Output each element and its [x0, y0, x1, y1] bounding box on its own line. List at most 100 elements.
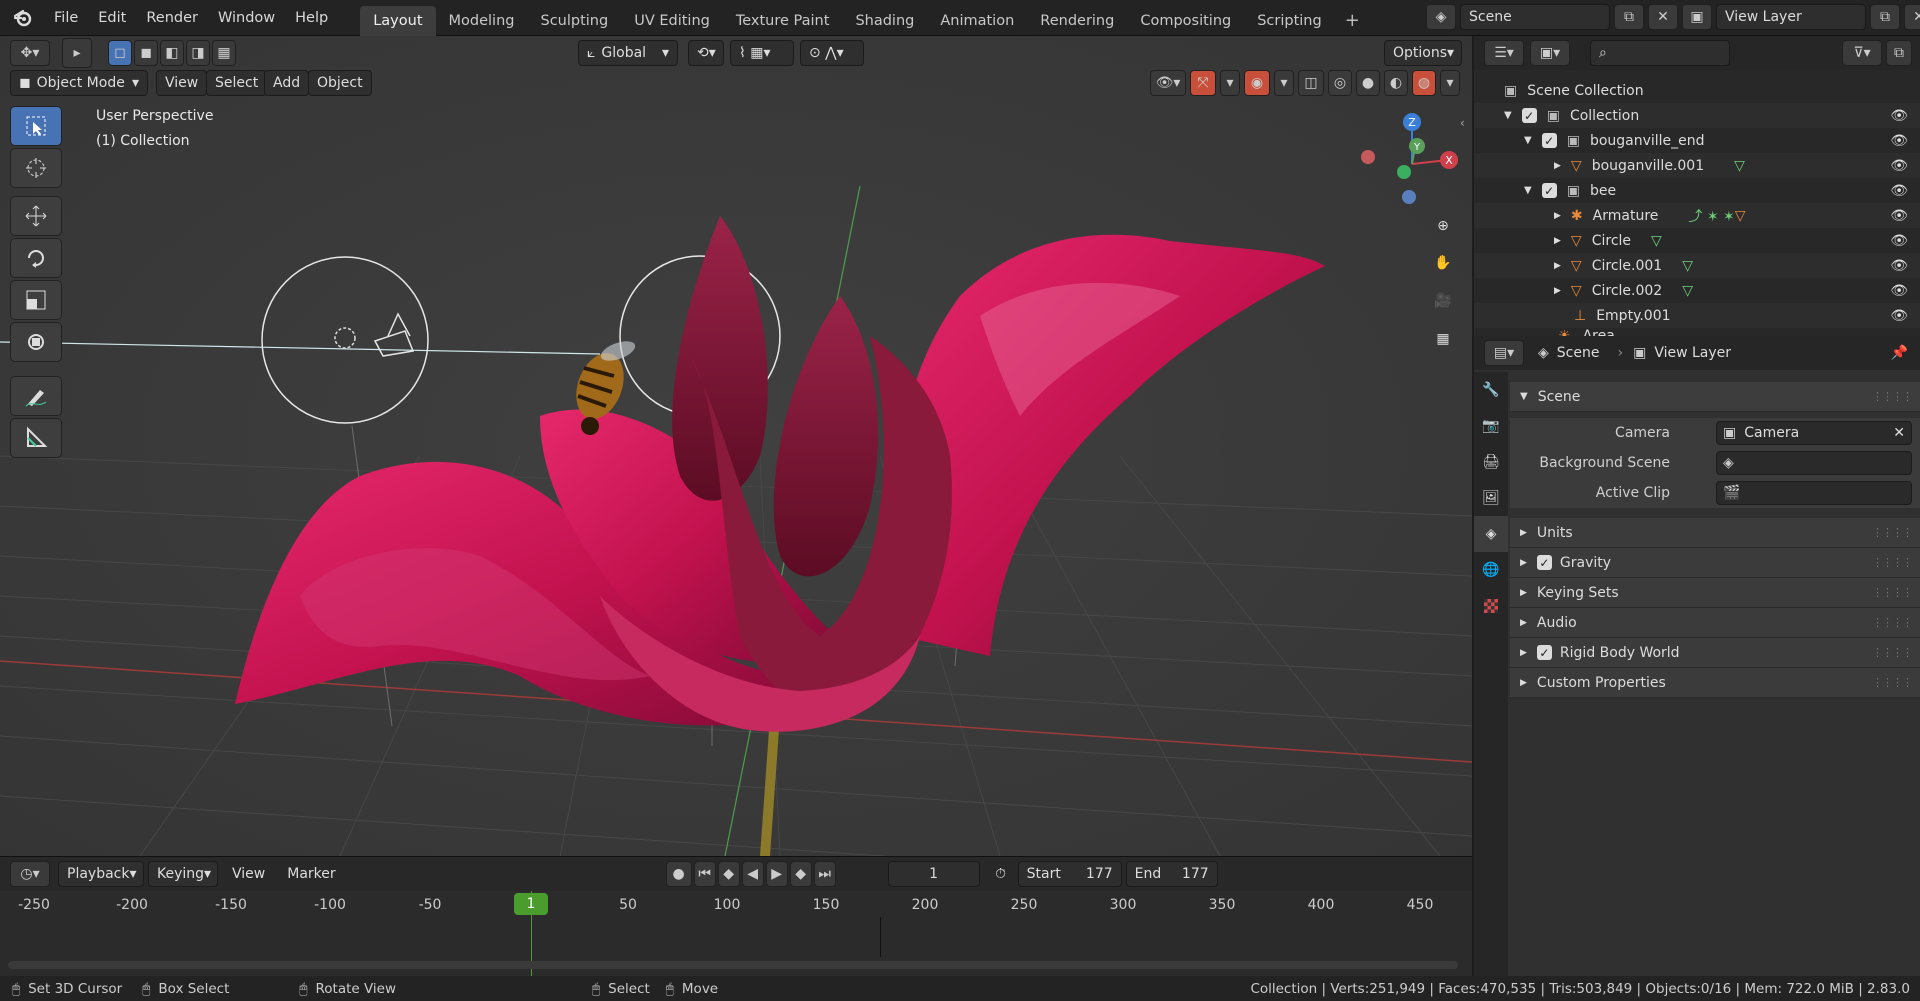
tool-select-box-icon[interactable] — [10, 106, 62, 146]
tool-scale-icon[interactable] — [10, 280, 62, 320]
blender-logo-icon[interactable] — [8, 3, 38, 33]
output-tab-icon[interactable]: 🖨 — [1474, 444, 1508, 480]
solid-shading-icon[interactable]: ● — [1356, 70, 1380, 96]
section-keying-sets[interactable]: ▶ Keying Sets ⋮⋮⋮⋮ — [1510, 578, 1920, 608]
outliner-scene-collection[interactable]: ▣ Scene Collection — [1474, 78, 1920, 103]
outliner-item-bouganville-end[interactable]: ▼ ✓ ▣ bouganville_end 👁 — [1474, 128, 1920, 153]
section-audio[interactable]: ▶ Audio ⋮⋮⋮⋮ — [1510, 608, 1920, 638]
sidebar-toggle-icon[interactable]: ‹ — [1460, 116, 1465, 130]
tab-scripting[interactable]: Scripting — [1244, 6, 1334, 36]
shading-dropdown-icon[interactable]: ▾ — [1440, 70, 1460, 96]
new-scene-icon[interactable]: ⧉ — [1614, 4, 1644, 30]
tab-texture-paint[interactable]: Texture Paint — [723, 6, 843, 36]
gizmo-dropdown-icon[interactable]: ▾ — [1220, 70, 1240, 96]
camera-field[interactable]: ▣ Camera ✕ — [1716, 421, 1912, 445]
timeline-editor[interactable]: ◷▾ Playback ▾ Keying ▾ View Marker ● ⏮ ◆ ◀… — [0, 856, 1472, 977]
orientation-dropdown[interactable]: ⟀ Global ▾ — [578, 40, 678, 66]
jump-start-icon[interactable]: ⏮ — [693, 861, 716, 887]
filter-icon[interactable]: ⊽▾ — [1842, 40, 1882, 66]
editor-type-icon[interactable]: ✥▾ — [10, 40, 50, 66]
tab-sculpting[interactable]: Sculpting — [527, 6, 621, 36]
tool-transform-icon[interactable] — [10, 322, 62, 362]
tool-move-icon[interactable] — [10, 196, 62, 236]
outliner-item-area[interactable]: ☀ Area — [1474, 326, 1920, 336]
timeline-menu-view[interactable]: View — [232, 866, 265, 882]
texture-tab-icon[interactable] — [1474, 588, 1508, 624]
world-tab-icon[interactable]: 🌐 — [1474, 552, 1508, 588]
menu-render[interactable]: Render — [136, 3, 208, 33]
mode-extend-icon[interactable]: ◼ — [134, 40, 158, 66]
material-shading-icon[interactable]: ◐ — [1384, 70, 1408, 96]
scene-selector-icon[interactable]: ◈ — [1426, 4, 1456, 30]
new-collection-icon[interactable]: ⧉ — [1886, 40, 1912, 66]
tab-animation[interactable]: Animation — [927, 6, 1027, 36]
select-tool-icon[interactable]: ▸ — [62, 38, 92, 68]
tab-shading[interactable]: Shading — [842, 6, 927, 36]
delete-scene-icon[interactable]: ✕ — [1648, 4, 1678, 30]
clear-camera-icon[interactable]: ✕ — [1893, 425, 1905, 441]
delete-view-layer-icon[interactable]: ✕ — [1904, 4, 1920, 30]
active-clip-field[interactable]: 🎬 — [1716, 481, 1912, 505]
timeline-scrollbar[interactable] — [8, 961, 1458, 969]
overlays-dropdown-icon[interactable]: ▾ — [1274, 70, 1294, 96]
properties-editor[interactable]: ▤▾ ◈ Scene › ▣ View Layer 📌 🔧 📷 🖨 🖼 ◈ 🌐 … — [1474, 336, 1920, 976]
viewport-menu-select[interactable]: Select — [206, 70, 268, 96]
mode-subtract-icon[interactable]: ◧ — [160, 40, 184, 66]
prev-keyframe-icon[interactable]: ◆ — [717, 861, 740, 887]
new-view-layer-icon[interactable]: ⧉ — [1870, 4, 1900, 30]
tab-compositing[interactable]: Compositing — [1127, 6, 1244, 36]
ortho-toggle-icon[interactable]: ▦ — [1428, 324, 1458, 354]
section-rigid-body-world[interactable]: ▶ ✓ Rigid Body World ⋮⋮⋮⋮ — [1510, 638, 1920, 668]
snap-dropdown[interactable]: ⌇ ▦▾ — [730, 40, 794, 66]
viewport-menu-add[interactable]: Add — [264, 70, 310, 96]
view-layer-name-field[interactable]: View Layer — [1716, 4, 1866, 30]
view-layer-tab-icon[interactable]: 🖼 — [1474, 480, 1508, 516]
viewport-menu-view[interactable]: View — [156, 70, 208, 96]
pivot-dropdown[interactable]: ⟲▾ — [688, 40, 724, 66]
section-units[interactable]: ▶ Units ⋮⋮⋮⋮ — [1510, 518, 1920, 548]
timeline-editor-type-icon[interactable]: ◷▾ — [10, 861, 50, 887]
viewport-menu-object[interactable]: Object — [308, 70, 372, 96]
tool-cursor-icon[interactable] — [10, 148, 62, 188]
current-frame-marker[interactable]: 1 — [514, 893, 548, 915]
gravity-checkbox[interactable]: ✓ — [1536, 555, 1552, 570]
pan-hand-icon[interactable]: ✋ — [1428, 248, 1458, 278]
properties-editor-type-icon[interactable]: ▤▾ — [1484, 340, 1524, 366]
outliner-item-armature[interactable]: ▶ ✱ Armature ⤴ ✶ ✶ ▽ 👁 — [1474, 203, 1920, 228]
outliner-item-collection[interactable]: ▼ ✓ ▣ Collection 👁 — [1474, 103, 1920, 128]
tab-rendering[interactable]: Rendering — [1027, 6, 1127, 36]
tool-annotate-icon[interactable] — [10, 376, 62, 416]
play-reverse-icon[interactable]: ◀ — [741, 861, 764, 887]
eye-icon[interactable]: 👁 — [1890, 133, 1908, 149]
preview-range-icon[interactable]: ⏱ — [988, 866, 1014, 882]
outliner-editor-type-icon[interactable]: ☰▾ — [1484, 40, 1524, 66]
tab-modeling[interactable]: Modeling — [436, 6, 528, 36]
jump-end-icon[interactable]: ⏭ — [813, 861, 836, 887]
gizmo-toggle-icon[interactable]: ⤧ — [1190, 70, 1216, 96]
timeline-area[interactable]: -250 -200 -150 -100 -50 50 100 150 200 250 300 350 4… — [0, 891, 1472, 977]
start-frame-field[interactable]: Start 177 — [1017, 861, 1122, 887]
wireframe-shading-icon[interactable]: ◎ — [1328, 70, 1352, 96]
menu-file[interactable]: File — [44, 3, 88, 33]
eye-icon[interactable]: 👁 — [1890, 108, 1908, 124]
rendered-shading-icon[interactable]: ◍ — [1412, 70, 1436, 96]
menu-help[interactable]: Help — [285, 3, 338, 33]
rigid-body-checkbox[interactable]: ✓ — [1536, 645, 1552, 660]
outliner-item-bouganville-001[interactable]: ▶ ▽ bouganville.001 ▽ 👁 — [1474, 153, 1920, 178]
overlays-toggle-icon[interactable]: ◉ — [1244, 70, 1270, 96]
tab-layout[interactable]: Layout — [360, 5, 436, 36]
outliner-item-empty-001[interactable]: ⊥ Empty.001 👁 — [1474, 303, 1920, 328]
playback-dropdown[interactable]: Playback ▾ — [58, 861, 144, 887]
outliner-search-input[interactable]: ⌕ — [1590, 40, 1730, 66]
menu-edit[interactable]: Edit — [88, 3, 136, 33]
eye-icon[interactable]: 👁 — [1890, 183, 1908, 199]
end-frame-field[interactable]: End 177 — [1125, 861, 1218, 887]
record-icon[interactable]: ● — [665, 861, 692, 887]
tool-tab-icon[interactable]: 🔧 — [1474, 372, 1508, 408]
visibility-dropdown-icon[interactable]: 👁▾ — [1150, 70, 1186, 96]
section-gravity[interactable]: ▶ ✓ Gravity ⋮⋮⋮⋮ — [1510, 548, 1920, 578]
tool-rotate-icon[interactable] — [10, 238, 62, 278]
timeline-menu-marker[interactable]: Marker — [287, 866, 335, 882]
camera-view-icon[interactable]: 🎥 — [1428, 286, 1458, 316]
outliner-item-circle-001[interactable]: ▶ ▽ Circle.001 ▽ 👁 — [1474, 253, 1920, 278]
